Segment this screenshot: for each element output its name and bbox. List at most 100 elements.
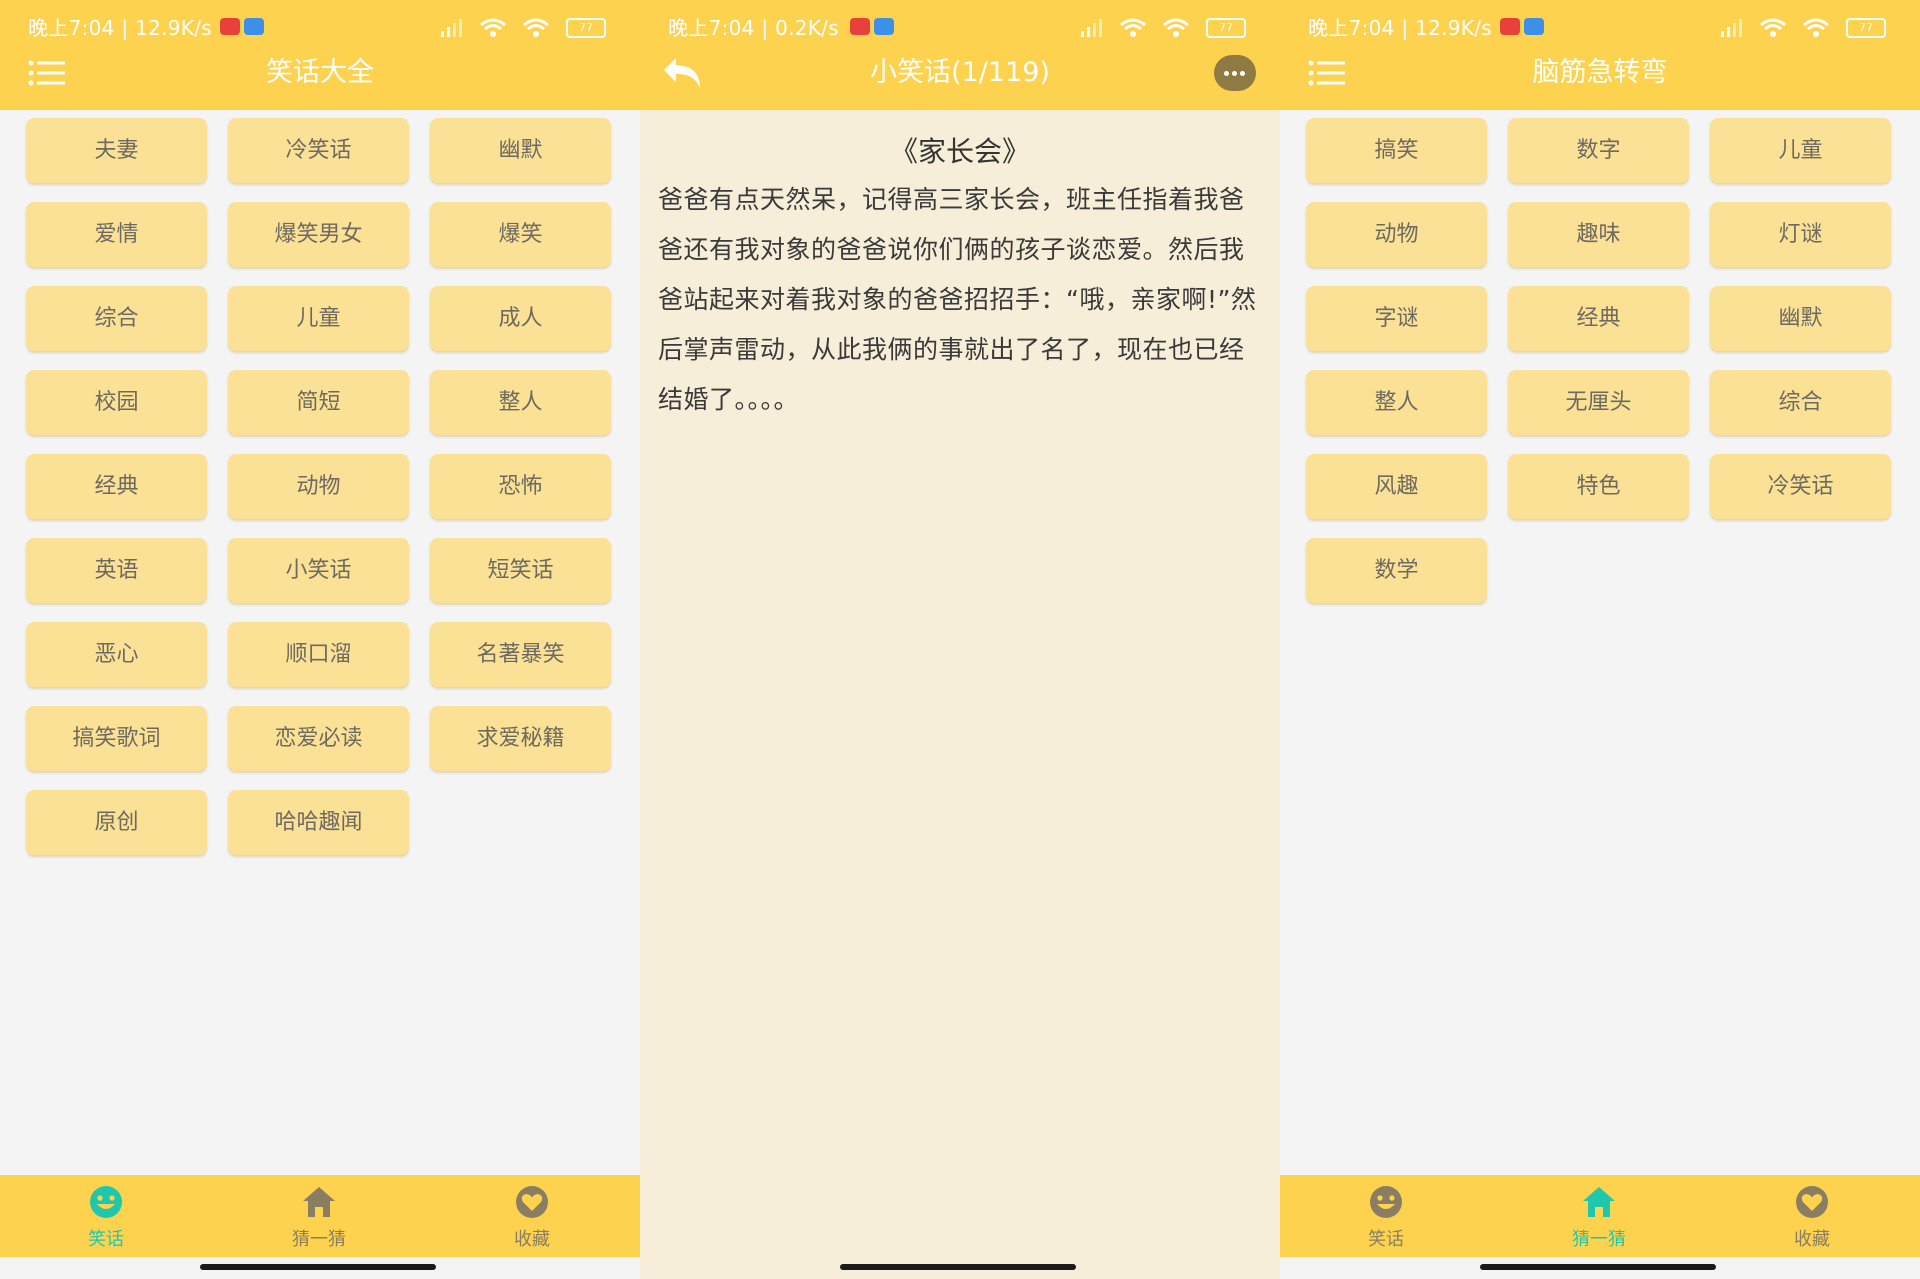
category-button[interactable]: 英语 bbox=[26, 538, 207, 603]
tab-jokes[interactable]: 笑话 bbox=[46, 1175, 166, 1257]
home-indicator[interactable] bbox=[840, 1264, 1076, 1270]
category-button[interactable]: 搞笑歌词 bbox=[26, 706, 207, 771]
category-button[interactable]: 整人 bbox=[1306, 370, 1487, 435]
wifi-icon bbox=[1760, 18, 1787, 37]
category-button[interactable]: 动物 bbox=[228, 454, 409, 519]
system-icons: 77 bbox=[431, 14, 606, 38]
tab-guess[interactable]: 猜一猜 bbox=[259, 1175, 379, 1257]
heart-icon bbox=[1796, 1186, 1828, 1218]
category-button[interactable]: 整人 bbox=[430, 370, 611, 435]
category-button[interactable]: 冷笑话 bbox=[228, 118, 409, 183]
battery-icon: 77 bbox=[1206, 17, 1246, 38]
status-bar: 晚上7:04 | 0.2K/s 77 bbox=[640, 0, 1280, 50]
tab-label: 笑话 bbox=[1368, 1229, 1404, 1250]
bottom-tab-bar: 笑话 猜一猜 收藏 bbox=[1280, 1175, 1920, 1257]
joke-body: 爸爸有点天然呆，记得高三家长会，班主任指着我爸爸还有我对象的爸爸说你们俩的孩子谈… bbox=[658, 185, 1257, 414]
page-title: 脑筋急转弯 bbox=[1532, 57, 1668, 88]
page-title: 小笑话(1/119) bbox=[870, 57, 1050, 88]
notification-icon bbox=[220, 18, 240, 35]
riddle-categories-screen: 晚上7:04 | 12.9K/s 77 脑筋急转弯 搞笑 数字 儿童动物 趣味 灯谜字谜… bbox=[1280, 0, 1920, 1279]
category-button[interactable]: 顺口溜 bbox=[228, 622, 409, 687]
battery-icon: 77 bbox=[566, 17, 606, 38]
category-button[interactable]: 风趣 bbox=[1306, 454, 1487, 519]
category-button[interactable]: 爆笑男女 bbox=[228, 202, 409, 267]
category-button[interactable]: 综合 bbox=[26, 286, 207, 351]
wifi-icon bbox=[1120, 18, 1147, 37]
category-button[interactable]: 短笑话 bbox=[430, 538, 611, 603]
system-icons: 77 bbox=[1711, 14, 1886, 38]
category-button[interactable]: 无厘头 bbox=[1508, 370, 1689, 435]
status-time: 晚上7:04 | 0.2K/s bbox=[668, 16, 839, 40]
category-button[interactable]: 搞笑 bbox=[1306, 118, 1487, 183]
joke-reader-screen: 晚上7:04 | 0.2K/s 77 小笑话(1/119) 《家长会》 爸爸有点… bbox=[640, 0, 1280, 1279]
home-indicator[interactable] bbox=[1480, 1264, 1716, 1270]
tab-favorites[interactable]: 收藏 bbox=[472, 1175, 592, 1257]
category-button[interactable]: 名著暴笑 bbox=[430, 622, 611, 687]
system-icons: 77 bbox=[1071, 14, 1246, 38]
home-icon bbox=[1583, 1187, 1615, 1217]
category-button[interactable]: 数字 bbox=[1508, 118, 1689, 183]
app-header: 笑话大全 bbox=[0, 50, 640, 110]
category-button[interactable]: 恐怖 bbox=[430, 454, 611, 519]
tab-label: 笑话 bbox=[88, 1229, 124, 1250]
category-button[interactable]: 校园 bbox=[26, 370, 207, 435]
category-button[interactable]: 字谜 bbox=[1306, 286, 1487, 351]
category-button[interactable]: 经典 bbox=[1508, 286, 1689, 351]
home-icon bbox=[303, 1187, 335, 1217]
notification-icon bbox=[1524, 18, 1544, 35]
signal-icon bbox=[1720, 18, 1742, 37]
wifi-icon bbox=[480, 18, 507, 37]
tab-label: 收藏 bbox=[514, 1229, 550, 1250]
category-button[interactable]: 恋爱必读 bbox=[228, 706, 409, 771]
category-button[interactable]: 儿童 bbox=[228, 286, 409, 351]
category-button[interactable]: 原创 bbox=[26, 790, 207, 855]
signal-icon bbox=[1080, 18, 1102, 37]
tab-guess[interactable]: 猜一猜 bbox=[1539, 1175, 1659, 1257]
notification-icon bbox=[850, 18, 870, 35]
category-button[interactable]: 求爱秘籍 bbox=[430, 706, 611, 771]
category-button[interactable]: 夫妻 bbox=[26, 118, 207, 183]
wifi-icon bbox=[522, 18, 549, 37]
category-button[interactable]: 幽默 bbox=[430, 118, 611, 183]
heart-icon bbox=[516, 1186, 548, 1218]
smiley-icon bbox=[1370, 1186, 1402, 1218]
app-header: 脑筋急转弯 bbox=[1280, 50, 1920, 110]
category-button[interactable]: 经典 bbox=[26, 454, 207, 519]
tab-label: 猜一猜 bbox=[1572, 1229, 1626, 1250]
category-button[interactable]: 简短 bbox=[228, 370, 409, 435]
category-button[interactable]: 灯谜 bbox=[1710, 202, 1891, 267]
page-title: 笑话大全 bbox=[266, 57, 374, 88]
tab-favorites[interactable]: 收藏 bbox=[1752, 1175, 1872, 1257]
more-icon[interactable] bbox=[1214, 55, 1256, 91]
category-button[interactable]: 爱情 bbox=[26, 202, 207, 267]
joke-categories-screen: 晚上7:04 | 12.9K/s 77 笑话大全 夫妻 冷笑话 幽默爱情 爆笑男女 爆笑… bbox=[0, 0, 640, 1279]
category-button[interactable]: 特色 bbox=[1508, 454, 1689, 519]
category-button[interactable]: 爆笑 bbox=[430, 202, 611, 267]
tab-label: 收藏 bbox=[1794, 1229, 1830, 1250]
notification-icon bbox=[1500, 18, 1520, 35]
signal-icon bbox=[440, 18, 462, 37]
smiley-icon bbox=[90, 1186, 122, 1218]
category-button[interactable]: 数学 bbox=[1306, 538, 1487, 603]
category-button[interactable]: 小笑话 bbox=[228, 538, 409, 603]
category-button[interactable]: 趣味 bbox=[1508, 202, 1689, 267]
category-button[interactable]: 哈哈趣闻 bbox=[228, 790, 409, 855]
notification-icon bbox=[874, 18, 894, 35]
category-button[interactable]: 综合 bbox=[1710, 370, 1891, 435]
home-indicator[interactable] bbox=[200, 1264, 436, 1270]
app-header: 小笑话(1/119) bbox=[640, 50, 1280, 110]
wifi-icon bbox=[1802, 18, 1829, 37]
status-bar: 晚上7:04 | 12.9K/s 77 bbox=[0, 0, 640, 50]
joke-title: 《家长会》 bbox=[889, 135, 1030, 168]
notification-icon bbox=[244, 18, 264, 35]
category-button[interactable]: 冷笑话 bbox=[1710, 454, 1891, 519]
wifi-icon bbox=[1162, 18, 1189, 37]
category-button[interactable]: 动物 bbox=[1306, 202, 1487, 267]
tab-jokes[interactable]: 笑话 bbox=[1326, 1175, 1446, 1257]
category-button[interactable]: 成人 bbox=[430, 286, 611, 351]
battery-icon: 77 bbox=[1846, 17, 1886, 38]
category-button[interactable]: 幽默 bbox=[1710, 286, 1891, 351]
category-button[interactable]: 儿童 bbox=[1710, 118, 1891, 183]
category-button[interactable]: 恶心 bbox=[26, 622, 207, 687]
status-bar: 晚上7:04 | 12.9K/s 77 bbox=[1280, 0, 1920, 50]
